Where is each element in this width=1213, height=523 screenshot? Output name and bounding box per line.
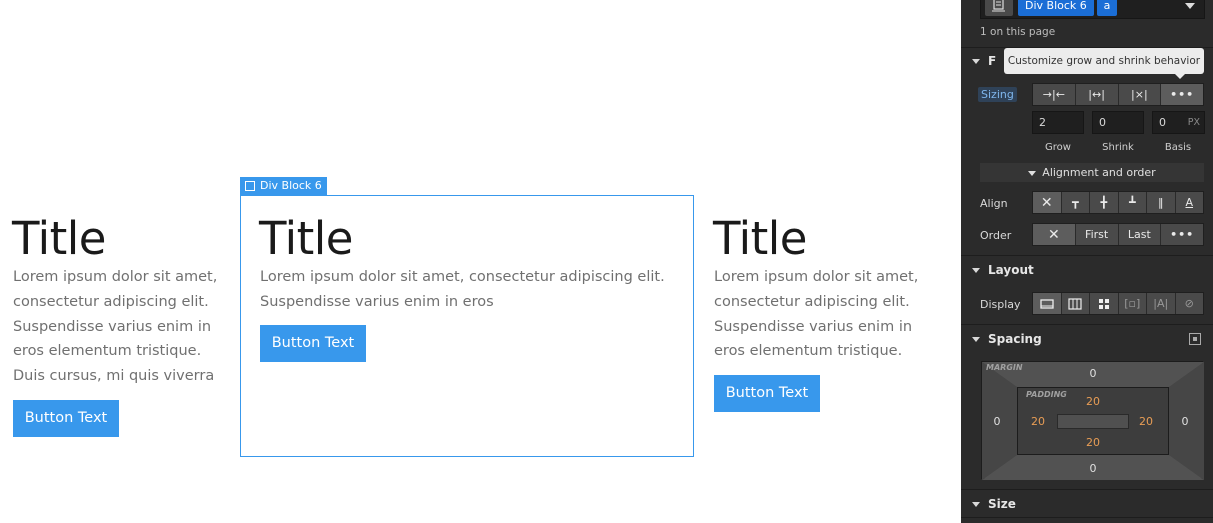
- caret-down-icon: [972, 268, 980, 273]
- title-heading: Title: [12, 212, 106, 265]
- shrink-input[interactable]: 0: [1092, 111, 1144, 134]
- title-heading: Title: [713, 212, 807, 265]
- margin-box[interactable]: MARGIN 0 0 0 0 PADDING 20 20 20 20: [981, 361, 1204, 480]
- basis-unit[interactable]: PX: [1188, 112, 1200, 133]
- tooltip-arrow: [1175, 74, 1185, 79]
- section-title: F: [988, 54, 997, 68]
- caret-down-icon: [972, 59, 980, 64]
- padding-left-value[interactable]: 20: [1023, 415, 1053, 428]
- padding-right-value[interactable]: 20: [1131, 415, 1161, 428]
- padding-box[interactable]: PADDING 20 20 20 20: [1017, 387, 1169, 455]
- element-box-icon: [245, 181, 255, 191]
- body-paragraph: Lorem ipsum dolor sit amet, consectetur …: [13, 269, 218, 385]
- grow-input[interactable]: 2: [1032, 111, 1084, 134]
- more-options-icon[interactable]: •••: [1161, 84, 1203, 105]
- tooltip: Customize grow and shrink behavior: [1004, 48, 1204, 74]
- style-panel: Div Block 6 a 1 on this page F Customize…: [961, 0, 1213, 523]
- designer-canvas[interactable]: Title Lorem ipsum dolor sit amet, consec…: [0, 0, 961, 523]
- sizing-mode-control: →|← |↔| |×| •••: [1032, 83, 1204, 106]
- caret-down-icon: [972, 337, 980, 342]
- basis-value: 0: [1159, 116, 1166, 129]
- display-block-icon[interactable]: [1033, 293, 1062, 314]
- order-control: ✕ First Last •••: [1032, 223, 1204, 246]
- grow-shrink-icon[interactable]: |↔|: [1076, 84, 1119, 105]
- basis-caption: Basis: [1164, 142, 1192, 153]
- cta-button[interactable]: Button Text: [13, 400, 119, 437]
- align-center-icon[interactable]: ╋: [1090, 192, 1119, 213]
- display-none-icon[interactable]: ⊘: [1176, 293, 1204, 314]
- class-chip[interactable]: Div Block 6: [1018, 0, 1094, 16]
- align-stretch-icon[interactable]: ‖: [1147, 192, 1176, 213]
- caret-down-icon: [1028, 170, 1037, 176]
- body-paragraph: Lorem ipsum dolor sit amet, consectetur …: [714, 269, 919, 360]
- padding-label: PADDING: [1026, 390, 1067, 399]
- display-control: [▫] |A| ⊘: [1032, 292, 1204, 315]
- align-start-icon[interactable]: ┳: [1062, 192, 1090, 213]
- order-first-button[interactable]: First: [1076, 224, 1119, 245]
- alignment-order-label: Alignment and order: [1042, 166, 1156, 179]
- shrink-if-needed-icon[interactable]: →|←: [1033, 84, 1076, 105]
- alignment-order-toggle[interactable]: Alignment and order: [980, 163, 1204, 182]
- align-end-icon[interactable]: ┻: [1119, 192, 1147, 213]
- sizing-label: Sizing: [978, 87, 1017, 102]
- margin-bottom-value[interactable]: 0: [1078, 462, 1108, 475]
- chevron-down-icon[interactable]: [1185, 3, 1195, 9]
- section-title: Size: [988, 497, 1016, 511]
- tooltip-text: Customize grow and shrink behavior: [1007, 55, 1201, 67]
- padding-top-value[interactable]: 20: [1078, 395, 1108, 408]
- state-chip[interactable]: a: [1097, 0, 1117, 16]
- display-label: Display: [980, 298, 1021, 311]
- dont-shrink-icon[interactable]: |×|: [1119, 84, 1162, 105]
- usage-count: 1 on this page: [980, 26, 1056, 38]
- align-label: Align: [980, 197, 1008, 210]
- shrink-caption: Shrink: [1102, 142, 1134, 153]
- basis-input[interactable]: 0 PX: [1152, 111, 1205, 134]
- section-header-spacing[interactable]: Spacing: [972, 324, 1212, 354]
- display-inline-icon[interactable]: |A|: [1147, 293, 1176, 314]
- content-box: [1057, 414, 1129, 429]
- margin-left-value[interactable]: 0: [982, 415, 1012, 428]
- order-last-button[interactable]: Last: [1119, 224, 1162, 245]
- expand-spacing-icon[interactable]: [1189, 333, 1201, 345]
- cta-button[interactable]: Button Text: [714, 375, 820, 412]
- selection-label-text: Div Block 6: [260, 179, 322, 192]
- align-none-icon[interactable]: ✕: [1033, 192, 1062, 213]
- section-header-size[interactable]: Size: [972, 489, 1212, 519]
- padding-bottom-value[interactable]: 20: [1078, 436, 1108, 449]
- caret-down-icon: [972, 502, 980, 507]
- selection-outline[interactable]: [240, 195, 694, 457]
- margin-top-value[interactable]: 0: [1078, 367, 1108, 380]
- section-title: Spacing: [988, 332, 1042, 346]
- order-none-icon[interactable]: ✕: [1033, 224, 1076, 245]
- style-selector-icon[interactable]: [985, 0, 1013, 16]
- display-flex-icon[interactable]: [1062, 293, 1090, 314]
- align-self-control: ✕ ┳ ╋ ┻ ‖ A: [1032, 191, 1204, 214]
- section-header-layout[interactable]: Layout: [972, 255, 1212, 285]
- selection-label[interactable]: Div Block 6: [240, 177, 327, 195]
- order-more-icon[interactable]: •••: [1161, 224, 1203, 245]
- margin-label: MARGIN: [986, 363, 1023, 372]
- align-baseline-icon[interactable]: A: [1176, 192, 1204, 213]
- grow-caption: Grow: [1045, 142, 1071, 153]
- display-inline-block-icon[interactable]: [▫]: [1119, 293, 1147, 314]
- section-title: Layout: [988, 263, 1034, 277]
- display-grid-icon[interactable]: [1090, 293, 1119, 314]
- order-label: Order: [980, 229, 1012, 242]
- margin-right-value[interactable]: 0: [1170, 415, 1200, 428]
